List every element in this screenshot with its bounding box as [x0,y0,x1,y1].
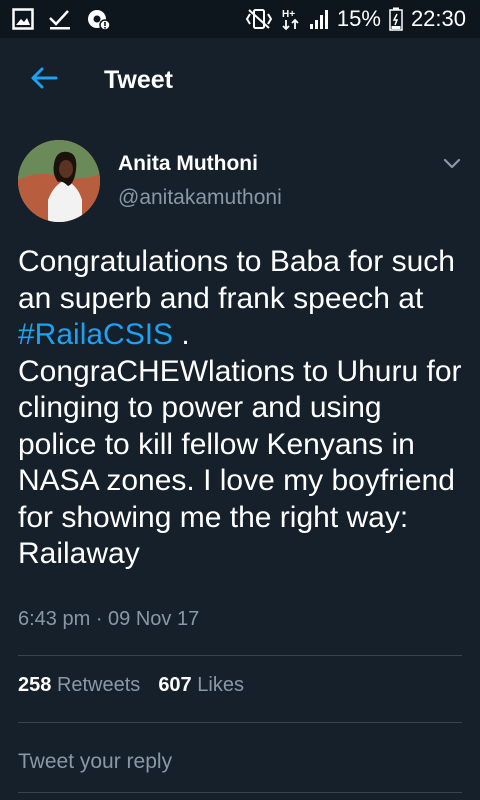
reply-underline [18,792,462,793]
tweet-author: Anita Muthoni @anitakamuthoni [18,140,468,224]
status-bar-left [0,7,110,31]
data-hplus-icon: H+ [281,7,301,31]
settings-notification-icon [86,7,110,31]
status-bar-right: H+ 15% 22:30 [245,6,480,32]
retweets-count: 258 [18,674,52,696]
battery-icon [389,7,403,31]
gallery-icon [12,8,34,30]
network-label: H+ [282,9,295,20]
tweet-timestamp: 6:43 pm · 09 Nov 17 [18,608,200,630]
reply-input[interactable]: Tweet your reply [18,750,172,774]
divider [18,722,462,723]
divider [18,655,462,656]
likes-count: 607 [158,674,192,696]
check-icon [48,8,72,30]
tweet-stats: 258 Retweets 607 Likes [18,674,244,697]
arrow-left-icon [30,66,58,95]
avatar[interactable] [18,140,100,222]
clock: 22:30 [410,6,466,31]
vibrate-icon [245,8,273,30]
tweet-text-after: . CongraCHEWlations to Uhuru for clingin… [18,318,462,570]
back-button[interactable] [22,58,66,102]
hashtag-link[interactable]: #RailaCSIS [18,318,173,351]
signal-icon [309,8,329,30]
chevron-down-icon[interactable] [440,152,464,176]
retweets-stat[interactable]: 258 Retweets [18,674,140,697]
app-bar: Tweet [0,38,480,122]
tweet-text-before: Congratulations to Baba for such an supe… [18,245,455,315]
status-bar: H+ 15% 22:30 [0,0,480,38]
author-name[interactable]: Anita Muthoni [118,152,258,176]
battery-percent: 15% [336,6,381,31]
page-title: Tweet [104,65,173,94]
retweets-label: Retweets [56,674,141,696]
likes-label: Likes [197,674,244,696]
author-handle[interactable]: @anitakamuthoni [118,186,282,210]
tweet-text: Congratulations to Baba for such an supe… [18,244,468,573]
likes-stat[interactable]: 607 Likes [158,674,244,697]
